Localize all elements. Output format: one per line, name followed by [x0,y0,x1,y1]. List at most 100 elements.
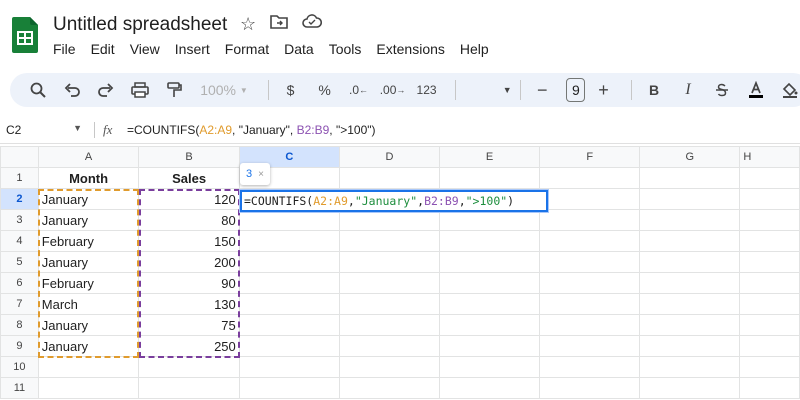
cell-a8[interactable]: January [37,314,140,336]
cell[interactable] [238,272,340,294]
cell[interactable] [639,314,741,336]
cell[interactable] [639,188,741,210]
cell[interactable] [238,377,340,399]
cell-a4[interactable]: February [37,230,140,252]
formula-result-tooltip[interactable]: 3 × [240,163,270,185]
cell[interactable] [439,230,541,252]
cell[interactable] [639,356,741,378]
increase-decimal-button[interactable]: .00 → [379,76,407,104]
cell-b7[interactable]: 130 [138,293,240,315]
cell[interactable] [439,272,541,294]
cell[interactable] [338,272,441,294]
cell[interactable] [138,377,240,399]
cell[interactable] [739,251,800,273]
italic-button[interactable]: I [674,76,702,104]
cell-b6[interactable]: 90 [138,272,240,294]
cell[interactable] [439,314,541,336]
menu-data[interactable]: Data [284,41,314,57]
zoom-select[interactable]: 100% ▼ [194,76,254,104]
cell[interactable] [238,230,340,252]
row-header[interactable]: 6 [0,272,39,294]
cell[interactable] [238,209,340,231]
row-header[interactable]: 7 [0,293,39,315]
cell-a6[interactable]: February [37,272,140,294]
cell-b4[interactable]: 150 [138,230,240,252]
cell-a1[interactable]: Month [37,167,140,189]
cell[interactable] [338,377,441,399]
name-box[interactable]: C2 ▼ [0,123,90,137]
menu-extensions[interactable]: Extensions [376,41,444,57]
cell[interactable] [639,167,741,189]
cell[interactable] [539,293,641,315]
cell[interactable] [238,356,340,378]
cell-a9[interactable]: January [37,335,140,357]
cell[interactable] [439,377,541,399]
cell[interactable] [739,272,800,294]
cell-editor[interactable]: =COUNTIFS(A2:A9, "January", B2:B9, ">100… [240,190,548,212]
cell-a3[interactable]: January [37,209,140,231]
cell[interactable] [739,167,800,189]
cell[interactable] [238,293,340,315]
row-header[interactable]: 5 [0,251,39,273]
column-header-e[interactable]: E [439,146,541,168]
cell[interactable] [739,377,800,399]
cell[interactable] [439,335,541,357]
cell[interactable] [639,272,741,294]
menu-format[interactable]: Format [225,41,269,57]
column-header-d[interactable]: D [338,146,441,168]
cell[interactable] [539,209,641,231]
cell[interactable] [439,293,541,315]
cell[interactable] [739,230,800,252]
cell[interactable] [238,251,340,273]
move-folder-icon[interactable] [270,14,288,35]
cell[interactable] [539,356,641,378]
formula-input[interactable]: =COUNTIFS(A2:A9, "January", B2:B9, ">100… [127,123,376,137]
cell[interactable] [539,335,641,357]
document-title[interactable]: Untitled spreadsheet [53,14,227,36]
close-icon[interactable]: × [258,169,264,180]
cell[interactable] [439,209,541,231]
cell-b3[interactable]: 80 [138,209,240,231]
column-header-b[interactable]: B [138,146,240,168]
font-size-input[interactable]: 9 [566,78,586,102]
menu-edit[interactable]: Edit [91,41,115,57]
cell[interactable] [639,335,741,357]
fill-color-icon[interactable] [776,76,800,104]
menu-view[interactable]: View [130,41,160,57]
select-all-corner[interactable] [0,146,39,168]
number-format-button[interactable]: 123 [413,76,441,104]
paint-format-icon[interactable] [160,76,188,104]
print-icon[interactable] [126,76,154,104]
search-menus-icon[interactable] [24,76,52,104]
cell[interactable] [338,335,441,357]
row-header[interactable]: 4 [0,230,39,252]
cell[interactable] [439,167,541,189]
bold-button[interactable]: B [640,76,668,104]
cell[interactable] [539,314,641,336]
cell-a5[interactable]: January [37,251,140,273]
cell[interactable] [539,230,641,252]
column-header-f[interactable]: F [539,146,641,168]
row-header[interactable]: 10 [0,356,39,378]
cell[interactable] [238,335,340,357]
cell-b5[interactable]: 200 [138,251,240,273]
menu-help[interactable]: Help [460,41,489,57]
cell-b9[interactable]: 250 [138,335,240,357]
row-header[interactable]: 2 [0,188,39,210]
cell[interactable] [639,293,741,315]
column-header-a[interactable]: A [37,146,140,168]
menu-file[interactable]: File [53,41,76,57]
cell-b1[interactable]: Sales [138,167,240,189]
cell[interactable] [338,230,441,252]
cell[interactable] [539,377,641,399]
cell[interactable] [338,356,441,378]
cloud-saved-icon[interactable] [302,14,323,35]
cell-b8[interactable]: 75 [138,314,240,336]
star-icon[interactable]: ☆ [240,14,256,35]
increase-font-size-icon[interactable]: + [589,76,617,104]
undo-icon[interactable] [58,76,86,104]
row-header[interactable]: 1 [0,167,39,189]
row-header[interactable]: 9 [0,335,39,357]
cell[interactable] [338,293,441,315]
cell[interactable] [338,251,441,273]
